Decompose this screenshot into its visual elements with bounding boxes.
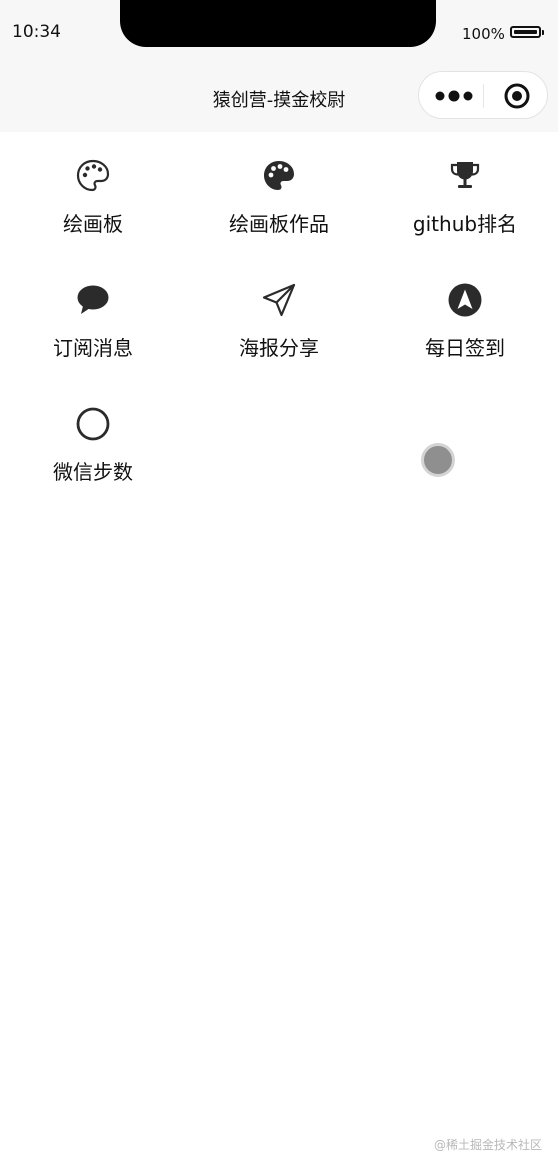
grid-item-wechat-steps[interactable]: 微信步数 — [0, 400, 186, 510]
send-icon — [262, 283, 296, 317]
grid-item-drawing-board[interactable]: 绘画板 — [0, 152, 186, 262]
grid-item-subscribe-messages[interactable]: 订阅消息 — [0, 276, 186, 386]
more-options-icon[interactable] — [435, 88, 475, 104]
status-time: 10:34 — [12, 22, 61, 42]
trophy-icon — [450, 162, 480, 188]
screen: 10:34 100% 猿创营-摸金校尉 绘画板 绘画板作品 github排名 订… — [0, 0, 558, 1169]
watermark: @稀土掘金技术社区 — [433, 1138, 542, 1152]
capsule-divider — [483, 84, 484, 108]
palette-filled-icon — [264, 161, 294, 190]
navigation-arrow-icon — [448, 283, 482, 317]
close-mini-program-icon[interactable] — [503, 82, 531, 110]
battery-percentage: 100% — [462, 25, 505, 43]
grid-item-label: 绘画板 — [63, 212, 123, 236]
battery-icon — [510, 26, 544, 38]
grid-item-drawing-works[interactable]: 绘画板作品 — [186, 152, 372, 262]
grid-item-label: 绘画板作品 — [229, 212, 329, 236]
palette-outline-icon — [76, 159, 110, 192]
grid-item-daily-checkin[interactable]: 每日签到 — [372, 276, 558, 386]
device-notch — [120, 0, 436, 47]
grid-item-label: 海报分享 — [239, 336, 319, 360]
grid-item-label: 微信步数 — [53, 460, 133, 484]
grid-item-label: 订阅消息 — [53, 336, 133, 360]
grid-item-label: 每日签到 — [425, 336, 505, 360]
grid-item-label: github排名 — [412, 212, 518, 236]
touch-indicator — [421, 443, 455, 477]
grid-item-github-ranking[interactable]: github排名 — [372, 152, 558, 262]
mini-program-capsule — [418, 71, 548, 119]
grid-item-poster-share[interactable]: 海报分享 — [186, 276, 372, 386]
circle-icon — [76, 407, 110, 441]
chat-bubble-icon — [77, 285, 109, 314]
